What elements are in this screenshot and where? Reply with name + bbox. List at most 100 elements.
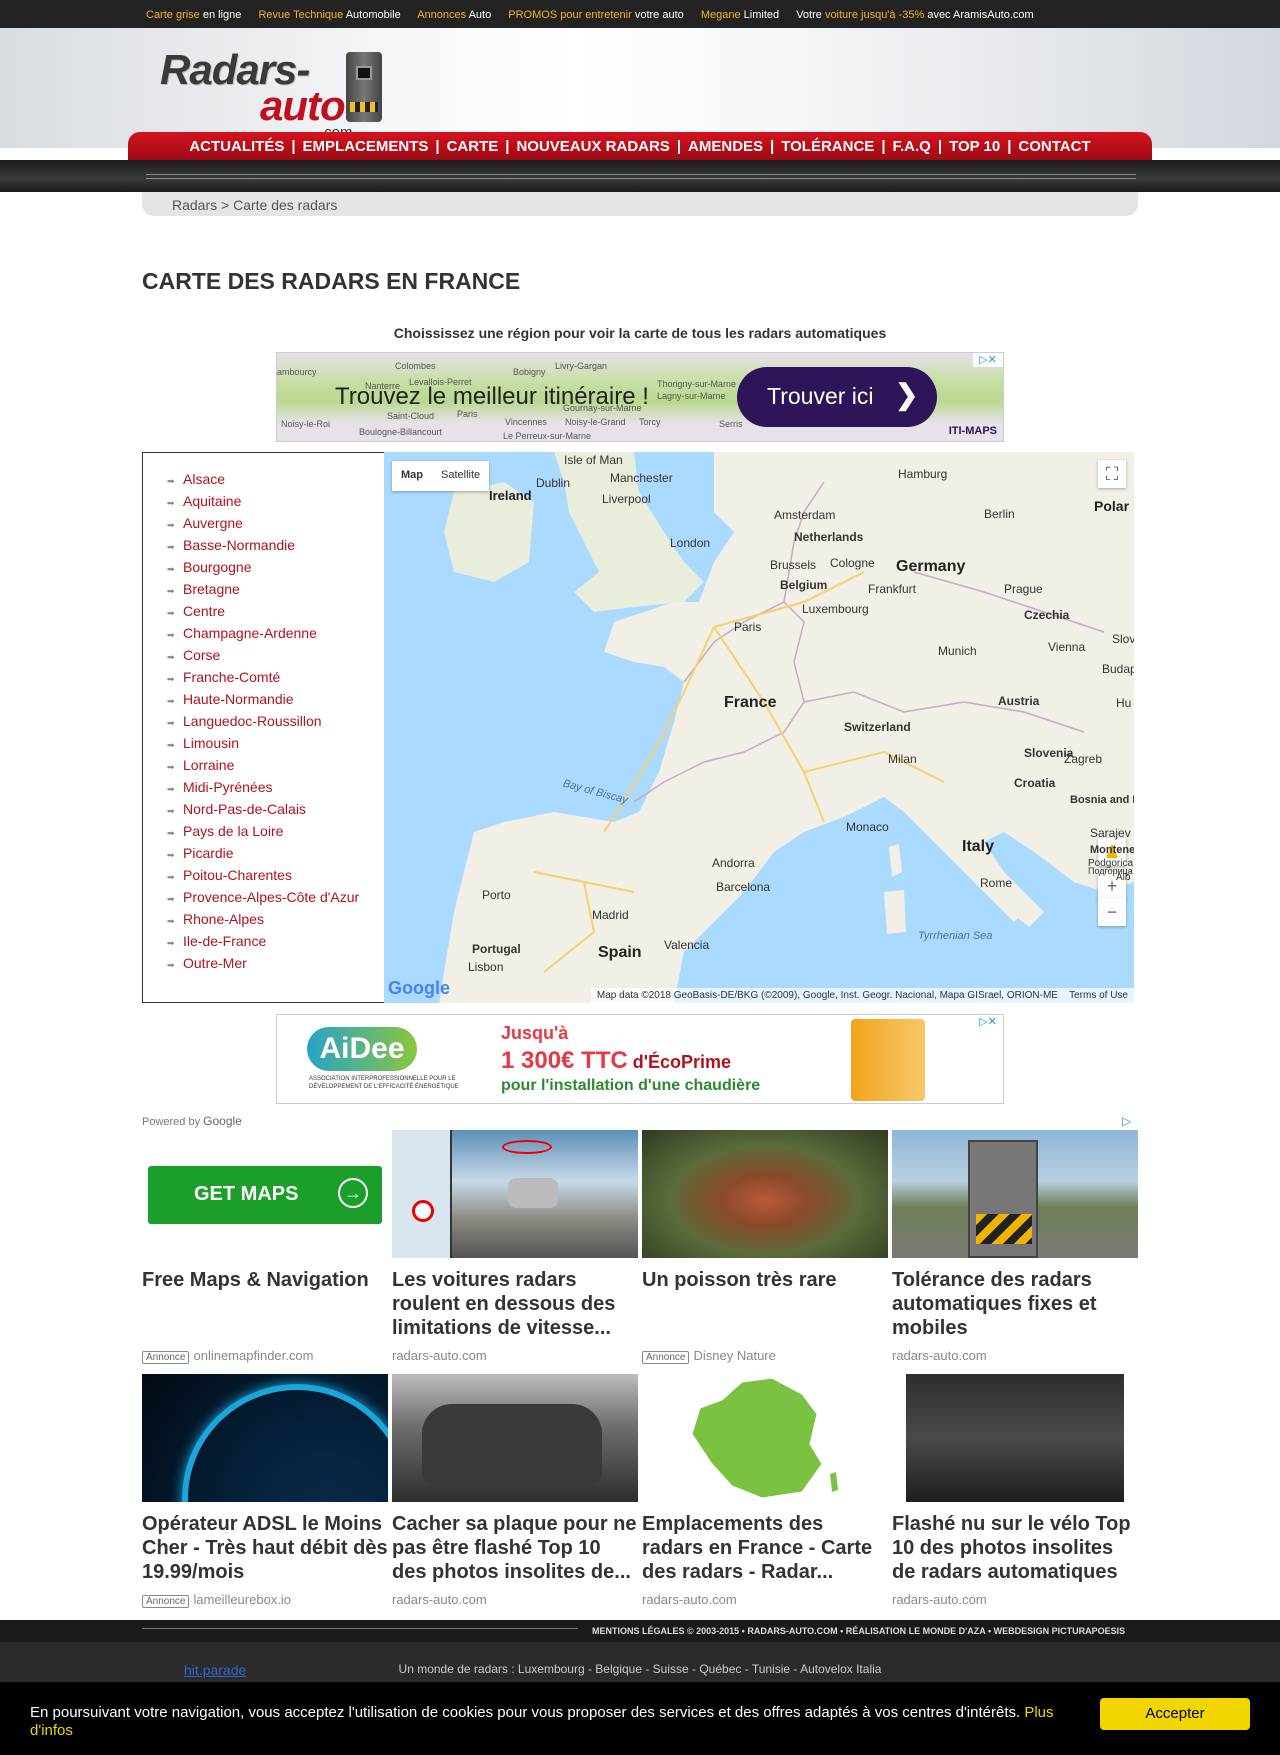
nav-item[interactable]: TOP 10 (949, 138, 1000, 155)
region-link[interactable]: ➡ Bretagne (167, 579, 359, 601)
region-link[interactable]: ➡ Champagne-Ardenne (167, 623, 359, 645)
map-label: Dublin (536, 476, 571, 490)
arrow-right-icon: ➡ (167, 960, 175, 970)
map-label: Lisbon (468, 960, 504, 974)
card-image (392, 1374, 638, 1502)
region-link[interactable]: ➡ Languedoc-Roussillon (167, 711, 359, 733)
card-source: Annonce lameilleurebox.io (142, 1592, 291, 1608)
nav-item[interactable]: TOLÉRANCE (781, 138, 874, 155)
arrow-right-icon: ➡ (167, 784, 175, 794)
top-link-carte-grise[interactable]: Carte grise en ligne (146, 9, 241, 21)
region-link[interactable]: ➡ Auvergne (167, 513, 359, 535)
fullscreen-icon[interactable]: ⛶ (1098, 460, 1126, 488)
main-nav: ACTUALITÉS | EMPLACEMENTS | CARTE | NOUVEAUX R… (128, 132, 1152, 160)
top-link-revue-technique[interactable]: Revue Technique Automobile (258, 9, 400, 21)
nav-separator: | (676, 138, 682, 155)
region-link[interactable]: ➡ Alsace (167, 469, 359, 491)
recommendation-card[interactable]: Emplacements des radars en France - Cart… (642, 1374, 888, 1607)
region-link[interactable]: ➡ Pays de la Loire (167, 821, 359, 843)
top-link-aramisauto[interactable]: Votre voiture jusqu'à -35% avec AramisAu… (796, 9, 1034, 21)
cookie-accept-button[interactable]: Accepter (1100, 1698, 1250, 1730)
map-label: Brussels (770, 558, 817, 572)
region-link[interactable]: ➡ Franche-Comté (167, 667, 359, 689)
ad-map-label: Saint-Cloud (387, 411, 435, 421)
arrow-right-icon: ➡ (167, 542, 175, 552)
map-label: Tyrrhenian Sea (918, 930, 993, 942)
region-link[interactable]: ➡ Nord-Pas-de-Calais (167, 799, 359, 821)
zoom-out-button[interactable]: − (1098, 898, 1126, 926)
card-source: radars-auto.com (892, 1348, 987, 1363)
region-list: ➡ Alsace ➡ Aquitaine ➡ Auvergne ➡ Basse-Normand… (167, 469, 359, 975)
site-logo[interactable]: Radars- auto .com (160, 42, 390, 142)
card-title[interactable]: Emplacements des radars en France - Cart… (642, 1512, 888, 1584)
region-link[interactable]: ➡ Haute-Normandie (167, 689, 359, 711)
ad-map-label: Livry-Gargan (555, 361, 608, 371)
ad-map-label: Noisy-le-Roi (281, 419, 331, 429)
region-link[interactable]: ➡ Aquitaine (167, 491, 359, 513)
map-type-map-button[interactable]: Map (392, 461, 432, 489)
google-logo: Google (388, 978, 450, 998)
map-label: Montene (1090, 844, 1134, 856)
top-link-annonces[interactable]: Annonces Auto (417, 9, 491, 21)
ad-banner-ecoprime[interactable]: AiDee ASSOCIATION INTERPROFESSIONNELLE P… (276, 1014, 1004, 1104)
region-link[interactable]: ➡ Corse (167, 645, 359, 667)
recommendation-card[interactable]: GET MAPS → Free Maps & Navigation Annonc… (142, 1130, 388, 1364)
region-link[interactable]: ➡ Lorraine (167, 755, 359, 777)
recommendation-card[interactable]: Cacher sa plaque pour ne pas être flashé… (392, 1374, 638, 1607)
adchoices-close-icon[interactable]: ▷✕ (973, 1015, 1003, 1029)
get-maps-button[interactable]: GET MAPS → (148, 1166, 382, 1224)
region-link[interactable]: ➡ Limousin (167, 733, 359, 755)
adchoices-icon[interactable]: ▷ (1122, 1114, 1131, 1128)
region-link[interactable]: ➡ Midi-Pyrénées (167, 777, 359, 799)
breadcrumb-text[interactable]: Radars > Carte des radars (172, 197, 337, 213)
card-title[interactable]: Un poisson très rare (642, 1268, 888, 1292)
region-link[interactable]: ➡ Centre (167, 601, 359, 623)
map-terms-link[interactable]: Terms of Use (1069, 990, 1128, 1001)
region-link[interactable]: ➡ Bourgogne (167, 557, 359, 579)
nav-item[interactable]: CONTACT (1018, 138, 1090, 155)
map-label: Italy (962, 838, 995, 855)
nav-item[interactable]: F.A.Q (893, 138, 931, 155)
region-link[interactable]: ➡ Ile-de-France (167, 931, 359, 953)
nav-item[interactable]: EMPLACEMENTS (303, 138, 429, 155)
card-title[interactable]: Cacher sa plaque pour ne pas être flashé… (392, 1512, 638, 1584)
region-link[interactable]: ➡ Rhone-Alpes (167, 909, 359, 931)
ad-banner-itinerary[interactable]: Colombes Bobigny Livry-Gargan Nanterre L… (276, 352, 1004, 442)
map-type-satellite-button[interactable]: Satellite (432, 461, 489, 489)
region-link[interactable]: ➡ Outre-Mer (167, 953, 359, 975)
hit-parade-link[interactable]: hit.parade (184, 1662, 246, 1678)
chevron-right-icon: ❯ (895, 379, 919, 410)
card-title[interactable]: Les voitures radars roulent en dessous d… (392, 1268, 638, 1340)
nav-item[interactable]: CARTE (447, 138, 499, 155)
powered-by-google: Powered by Google (142, 1114, 242, 1128)
region-link[interactable]: ➡ Picardie (167, 843, 359, 865)
card-title[interactable]: Flashé nu sur le vélo Top 10 des photos … (892, 1512, 1138, 1584)
recommendation-card[interactable]: Tolérance des radars automatiques fixes … (892, 1130, 1138, 1363)
ad-map-label: Serris (719, 419, 743, 429)
recommendation-card[interactable]: Les voitures radars roulent en dessous d… (392, 1130, 638, 1363)
map-label: Подгорица (1088, 866, 1133, 876)
footer-legal-text[interactable]: MENTIONS LÉGALES © 2003-2015 • RADARS-AU… (592, 1626, 1125, 1636)
region-link[interactable]: ➡ Poitou-Charentes (167, 865, 359, 887)
top-link-megane[interactable]: Megane Limited (701, 9, 779, 21)
arrow-right-icon: ➡ (167, 740, 175, 750)
arrow-right-icon: ➡ (167, 630, 175, 640)
breadcrumb: Radars > Carte des radars (142, 192, 1138, 216)
ad-cta-button[interactable]: Trouver ici ❯ (737, 367, 937, 427)
region-link[interactable]: ➡ Basse-Normandie (167, 535, 359, 557)
recommendation-card[interactable]: Flashé nu sur le vélo Top 10 des photos … (892, 1374, 1138, 1607)
nav-item[interactable]: AMENDES (688, 138, 763, 155)
card-title[interactable]: Tolérance des radars automatiques fixes … (892, 1268, 1138, 1340)
nav-item[interactable]: NOUVEAUX RADARS (516, 138, 669, 155)
card-title[interactable]: Opérateur ADSL le Moins Cher - Très haut… (142, 1512, 388, 1584)
map-type-toggle: Map Satellite (392, 461, 490, 491)
region-link[interactable]: ➡ Provence-Alpes-Côte d'Azur (167, 887, 359, 909)
adchoices-close-icon[interactable]: ▷✕ (973, 353, 1003, 367)
nav-item[interactable]: ACTUALITÉS (189, 138, 284, 155)
map-label: Valencia (664, 938, 710, 952)
top-link-promos[interactable]: PROMOS pour entretenir votre auto (508, 9, 683, 21)
card-title[interactable]: Free Maps & Navigation (142, 1268, 388, 1292)
recommendation-card[interactable]: Opérateur ADSL le Moins Cher - Très haut… (142, 1374, 388, 1608)
radar-map[interactable]: Map Satellite ⛶ ♟ + − Isle of Man Manches… (384, 452, 1134, 1003)
recommendation-card[interactable]: Un poisson très rare Annonce Disney Natur… (642, 1130, 888, 1364)
